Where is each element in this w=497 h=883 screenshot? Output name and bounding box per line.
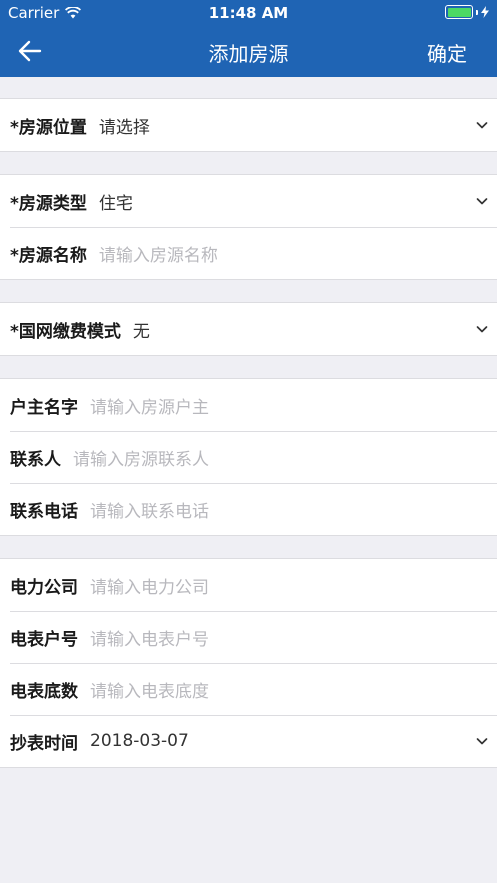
field-input[interactable]: 请输入房源联系人 (73, 445, 489, 470)
field-input[interactable]: 请输入房源名称 (99, 241, 489, 266)
field-input[interactable]: 请输入房源户主 (90, 393, 489, 418)
field-label: *房源类型 (10, 193, 87, 214)
form-group: 电力公司 请输入电力公司 电表户号 请输入电表户号 电表底数 请输入电表底度 抄表时间 201… (0, 558, 497, 768)
field-label: 电表底数 (10, 681, 78, 702)
field-input[interactable]: 请输入联系电话 (90, 497, 489, 522)
field-value[interactable]: 请选择 (99, 113, 475, 138)
clock: 11:48 AM (208, 4, 289, 22)
field-label: 户主名字 (10, 397, 78, 418)
field-label: *房源名称 (10, 245, 87, 266)
form-input-row[interactable]: 户主名字 请输入房源户主 (0, 379, 497, 431)
status-bar: Carrier 11:48 AM (0, 0, 497, 25)
navbar: 添加房源 确定 (0, 25, 497, 77)
form-input-row[interactable]: 联系人 请输入房源联系人 (0, 431, 497, 483)
form-input-row[interactable]: *房源名称 请输入房源名称 (0, 227, 497, 279)
header: Carrier 11:48 AM 添加房源 确定 (0, 0, 497, 77)
page-title: 添加房源 (208, 42, 289, 66)
field-value[interactable]: 无 (133, 317, 475, 342)
field-value[interactable]: 住宅 (99, 189, 475, 214)
chevron-down-icon[interactable] (475, 734, 489, 748)
form-group: *房源位置 请选择 (0, 98, 497, 152)
chevron-down-icon[interactable] (475, 118, 489, 132)
form-input-row[interactable]: 电力公司 请输入电力公司 (0, 559, 497, 611)
battery-icon (445, 5, 489, 19)
form-select-row[interactable]: *房源位置 请选择 (0, 99, 497, 151)
form-input-row[interactable]: 联系电话 请输入联系电话 (0, 483, 497, 535)
field-label: 抄表时间 (10, 733, 78, 754)
field-input[interactable]: 请输入电表户号 (90, 625, 489, 650)
field-label: *房源位置 (10, 117, 87, 138)
chevron-down-icon[interactable] (475, 194, 489, 208)
field-label: *国网缴费模式 (10, 321, 121, 342)
field-label: 电力公司 (10, 577, 78, 598)
field-value[interactable]: 2018-03-07 (90, 731, 475, 751)
form-input-row[interactable]: 电表户号 请输入电表户号 (0, 611, 497, 663)
form-group: *房源类型 住宅 *房源名称 请输入房源名称 (0, 174, 497, 280)
form-group: *国网缴费模式无 (0, 302, 497, 356)
form-select-row[interactable]: *国网缴费模式无 (0, 303, 497, 355)
form: *房源位置 请选择 *房源类型 住宅 *房源名称 请输入房源名称 *国网缴费模式无户主名字请… (0, 98, 497, 768)
form-group: 户主名字 请输入房源户主 联系人 请输入房源联系人 联系电话 请输入联系电话 (0, 378, 497, 536)
confirm-button[interactable]: 确定 (427, 38, 467, 67)
form-select-row[interactable]: 抄表时间 2018-03-07 (0, 715, 497, 767)
chevron-down-icon[interactable] (475, 322, 489, 336)
form-input-row[interactable]: 电表底数 请输入电表底度 (0, 663, 497, 715)
charging-icon (481, 6, 489, 18)
field-input[interactable]: 请输入电力公司 (90, 573, 489, 598)
field-label: 联系人 (10, 449, 61, 470)
field-label: 联系电话 (10, 501, 78, 522)
field-input[interactable]: 请输入电表底度 (90, 677, 489, 702)
form-select-row[interactable]: *房源类型 住宅 (0, 175, 497, 227)
field-label: 电表户号 (10, 629, 78, 650)
